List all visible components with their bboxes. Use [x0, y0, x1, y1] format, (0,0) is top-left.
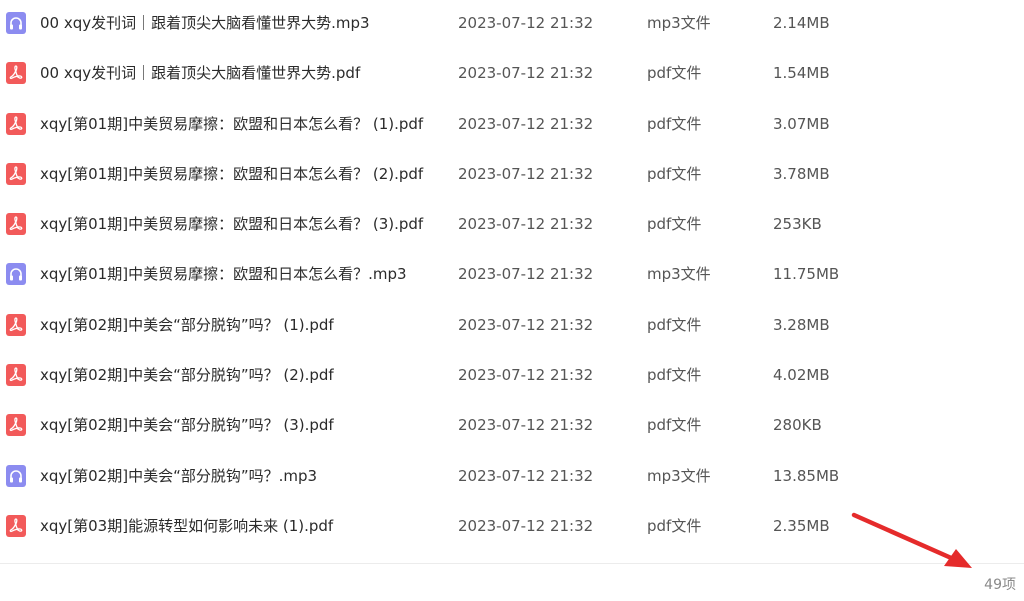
file-modified-date: 2023-07-12 21:32 — [458, 466, 594, 485]
file-name: xqy[第03期]能源转型如何影响未来 (1).pdf — [40, 516, 334, 535]
pdf-icon — [6, 364, 26, 387]
file-row[interactable]: xqy[第01期]中美贸易摩擦：欧盟和日本怎么看？ (1).pdf 2023-07… — [0, 101, 1024, 151]
file-name: xqy[第02期]中美会“部分脱钩”吗？.mp3 — [40, 466, 318, 485]
file-size: 253KB — [773, 215, 822, 234]
file-type: pdf文件 — [647, 64, 702, 83]
file-modified-date: 2023-07-12 21:32 — [458, 164, 594, 183]
file-row[interactable]: 00 xqy发刊词｜跟着顶尖大脑看懂世界大势.pdf 2023-07-12 21:… — [0, 50, 1024, 100]
headphones-icon — [6, 12, 26, 34]
file-modified-date: 2023-07-12 21:32 — [458, 516, 594, 535]
file-name: xqy[第01期]中美贸易摩擦：欧盟和日本怎么看？ (3).pdf — [40, 215, 424, 234]
item-count: 49项 — [984, 577, 1016, 593]
pdf-icon — [6, 414, 26, 437]
headphones-icon — [6, 263, 26, 286]
file-modified-date: 2023-07-12 21:32 — [458, 315, 594, 334]
file-modified-date: 2023-07-12 21:32 — [458, 416, 594, 435]
file-name: xqy[第01期]中美贸易摩擦：欧盟和日本怎么看？ (2).pdf — [40, 164, 424, 183]
file-size: 280KB — [773, 416, 822, 435]
file-modified-date: 2023-07-12 21:32 — [458, 64, 594, 83]
file-name: 00 xqy发刊词｜跟着顶尖大脑看懂世界大势.pdf — [40, 64, 361, 83]
file-modified-date: 2023-07-12 21:32 — [458, 366, 594, 385]
file-size: 3.28MB — [773, 315, 830, 334]
file-modified-date: 2023-07-12 21:32 — [458, 265, 594, 284]
file-modified-date: 2023-07-12 21:32 — [458, 114, 594, 133]
file-name: xqy[第01期]中美贸易摩擦：欧盟和日本怎么看？ (1).pdf — [40, 114, 424, 133]
file-modified-date: 2023-07-12 21:32 — [458, 14, 594, 32]
headphones-icon — [6, 464, 26, 487]
file-type: pdf文件 — [647, 416, 702, 435]
file-name: xqy[第02期]中美会“部分脱钩”吗？ (3).pdf — [40, 416, 334, 435]
file-row[interactable]: xqy[第01期]中美贸易摩擦：欧盟和日本怎么看？.mp3 2023-07-12 … — [0, 251, 1024, 301]
file-row[interactable]: xqy[第02期]中美会“部分脱钩”吗？ (1).pdf 2023-07-12 2… — [0, 302, 1024, 352]
file-type: mp3文件 — [647, 466, 711, 485]
file-type: pdf文件 — [647, 114, 702, 133]
pdf-icon — [6, 213, 26, 236]
file-name: xqy[第01期]中美贸易摩擦：欧盟和日本怎么看？.mp3 — [40, 265, 407, 284]
file-type: pdf文件 — [647, 215, 702, 234]
pdf-icon — [6, 112, 26, 135]
file-name: xqy[第02期]中美会“部分脱钩”吗？ (1).pdf — [40, 315, 334, 334]
file-row[interactable]: xqy[第02期]中美会“部分脱钩”吗？.mp3 2023-07-12 21:32… — [0, 453, 1024, 503]
file-modified-date: 2023-07-12 21:32 — [458, 215, 594, 234]
pdf-icon — [6, 62, 26, 85]
pdf-icon — [6, 313, 26, 336]
file-browser: 00 xqy发刊词｜跟着顶尖大脑看懂世界大势.mp3 2023-07-12 21:… — [0, 0, 1024, 601]
file-type: pdf文件 — [647, 164, 702, 183]
pdf-icon — [6, 162, 26, 185]
file-type: mp3文件 — [647, 265, 711, 284]
file-name: 00 xqy发刊词｜跟着顶尖大脑看懂世界大势.mp3 — [40, 14, 370, 32]
file-row[interactable]: xqy[第01期]中美贸易摩擦：欧盟和日本怎么看？ (2).pdf 2023-07… — [0, 151, 1024, 201]
annotation-arrow-icon — [851, 512, 972, 568]
file-row[interactable]: xqy[第02期]中美会“部分脱钩”吗？ (3).pdf 2023-07-12 2… — [0, 402, 1024, 452]
file-size: 3.78MB — [773, 164, 830, 183]
file-row[interactable]: 00 xqy发刊词｜跟着顶尖大脑看懂世界大势.mp3 2023-07-12 21:… — [0, 0, 1024, 50]
file-row[interactable]: xqy[第02期]中美会“部分脱钩”吗？ (2).pdf 2023-07-12 2… — [0, 352, 1024, 402]
file-list: 00 xqy发刊词｜跟着顶尖大脑看懂世界大势.mp3 2023-07-12 21:… — [0, 0, 1024, 553]
file-type: mp3文件 — [647, 14, 711, 32]
file-size: 11.75MB — [773, 265, 840, 284]
file-size: 4.02MB — [773, 366, 830, 385]
file-type: pdf文件 — [647, 366, 702, 385]
file-size: 1.54MB — [773, 64, 830, 83]
file-size: 3.07MB — [773, 114, 830, 133]
file-type: pdf文件 — [647, 315, 702, 334]
file-name: xqy[第02期]中美会“部分脱钩”吗？ (2).pdf — [40, 366, 334, 385]
file-size: 2.14MB — [773, 14, 830, 32]
file-row[interactable]: xqy[第01期]中美贸易摩擦：欧盟和日本怎么看？ (3).pdf 2023-07… — [0, 201, 1024, 251]
file-type: pdf文件 — [647, 516, 702, 535]
file-size: 2.35MB — [773, 516, 830, 535]
file-size: 13.85MB — [773, 466, 840, 485]
pdf-icon — [6, 514, 26, 537]
